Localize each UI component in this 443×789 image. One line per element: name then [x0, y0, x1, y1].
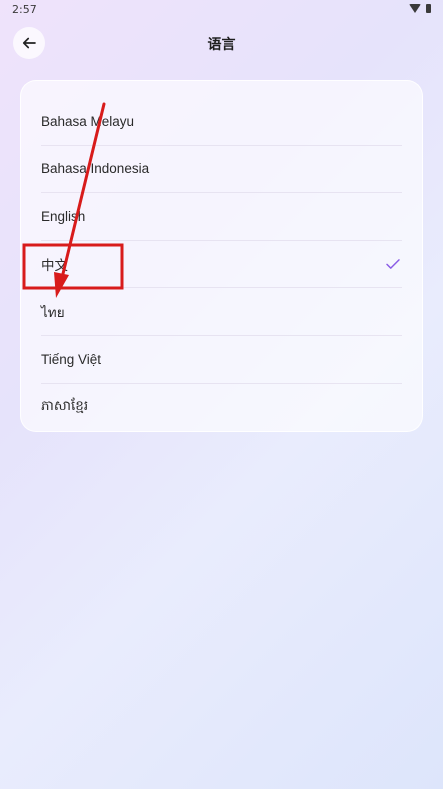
wifi-icon [409, 4, 421, 13]
language-option-english[interactable]: English [41, 193, 402, 241]
status-bar: 2:57 [0, 0, 443, 20]
status-icons [409, 4, 431, 13]
language-option-chinese[interactable]: 中文 [41, 241, 402, 289]
language-option-vietnamese[interactable]: Tiếng Việt [41, 336, 402, 384]
status-time: 2:57 [12, 3, 37, 16]
language-label: English [41, 208, 86, 224]
language-label: ไทย [41, 304, 65, 320]
battery-icon [426, 4, 431, 13]
language-option-khmer[interactable]: ភាសាខ្មែរ [41, 384, 402, 432]
language-label: Tiếng Việt [41, 351, 102, 367]
language-list: Bahasa Melayu Bahasa Indonesia English 中… [20, 80, 423, 432]
language-option-malay[interactable]: Bahasa Melayu [41, 98, 402, 146]
language-label: ភាសាខ្មែរ [41, 398, 89, 414]
language-label: Bahasa Melayu [41, 113, 135, 129]
language-label: Bahasa Indonesia [41, 161, 150, 177]
check-icon [386, 258, 400, 269]
app-bar: 语言 [0, 24, 443, 64]
language-option-thai[interactable]: ไทย [41, 288, 402, 336]
page-title: 语言 [207, 37, 236, 53]
language-label: 中文 [41, 258, 68, 274]
language-option-indonesian[interactable]: Bahasa Indonesia [41, 146, 402, 194]
